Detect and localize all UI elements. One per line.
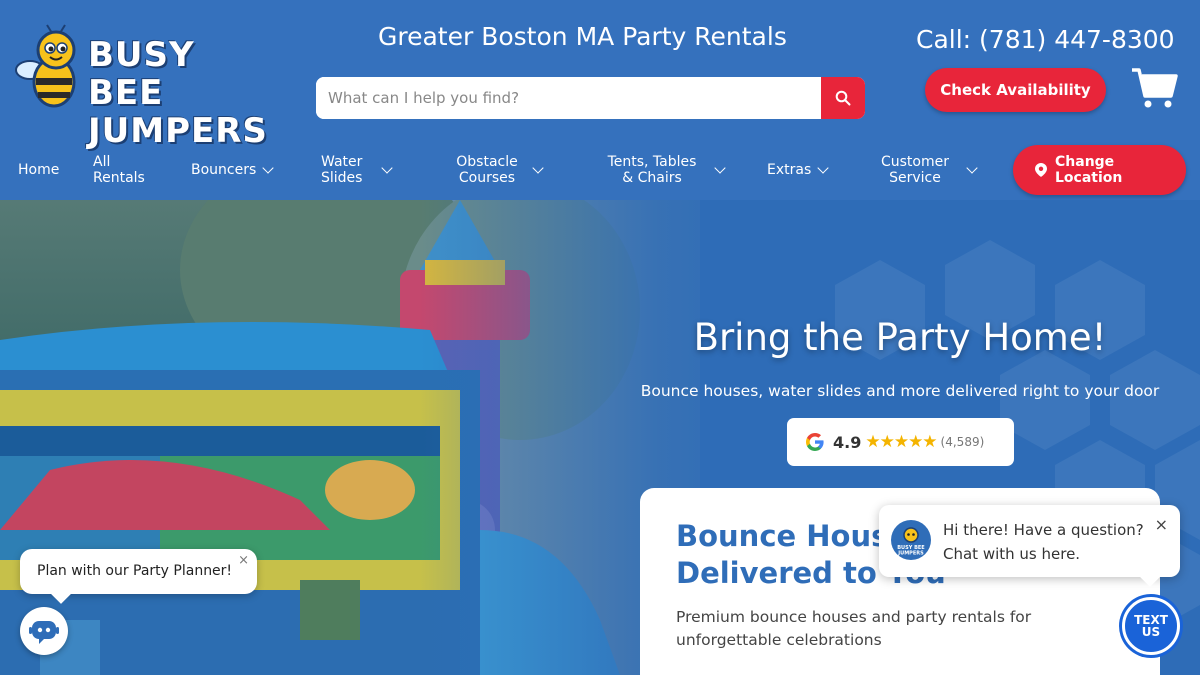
chevron-down-icon xyxy=(381,162,393,174)
nav-item-label: Home xyxy=(18,162,60,178)
avatar-text-2: JUMPERS xyxy=(897,551,924,557)
nav-item-extras[interactable]: Extras xyxy=(767,145,829,195)
hero-title: Bring the Party Home! xyxy=(693,316,1107,359)
cart-icon xyxy=(1132,68,1178,108)
location-pin-icon xyxy=(1035,163,1047,177)
nav-item-bouncers[interactable]: Bouncers xyxy=(191,145,274,195)
bee-mascot-icon xyxy=(15,24,76,108)
change-location-button[interactable]: Change Location xyxy=(1013,145,1186,195)
chat-line-2: Chat with us here. xyxy=(943,545,1081,563)
chat-avatar: BUSY BEE JUMPERS xyxy=(891,520,931,560)
nav-item-label: Bouncers xyxy=(191,162,257,178)
nav-item-label: Extras xyxy=(767,162,812,178)
hero-subtitle: Bounce houses, water slides and more del… xyxy=(640,382,1160,400)
logo[interactable]: BUSY BEE JUMPERS xyxy=(14,24,270,150)
chat-greeting-text: Hi there! Have a question? Chat with us … xyxy=(943,518,1144,566)
search-bar xyxy=(316,77,865,119)
nav-item-home[interactable]: Home xyxy=(18,145,59,195)
chat-greeting-bubble[interactable]: BUSY BEE JUMPERS Hi there! Have a questi… xyxy=(879,505,1180,587)
star-rating-icons: ★★★★★ xyxy=(865,432,937,452)
chevron-down-icon xyxy=(966,162,978,174)
review-count: (4,589) xyxy=(940,435,985,449)
text-us-button[interactable]: TEXT US xyxy=(1122,597,1180,655)
phone-link[interactable]: Call: (781) 447-8300 xyxy=(916,25,1175,54)
nav-item-tents-tables-chairs[interactable]: Tents, Tables & Chairs xyxy=(600,145,726,195)
nav-item-water-slides[interactable]: Water Slides xyxy=(321,145,393,195)
nav-item-all-rentals[interactable]: All Rentals xyxy=(93,145,153,195)
nav-item-label: Water Slides xyxy=(321,154,363,186)
party-planner-bot-button[interactable] xyxy=(20,607,68,655)
nav-item-label: Customer Service xyxy=(880,154,949,186)
bee-avatar-icon: BUSY BEE JUMPERS xyxy=(897,527,925,557)
nav-item-label: All Rentals xyxy=(93,154,145,186)
nav-item-customer-service[interactable]: Customer Service xyxy=(880,145,978,195)
search-input[interactable] xyxy=(316,77,821,119)
cart-button[interactable] xyxy=(1130,66,1178,110)
party-planner-text: Plan with our Party Planner! xyxy=(37,563,233,579)
tagline: Greater Boston MA Party Rentals xyxy=(378,22,787,51)
close-icon[interactable]: × xyxy=(238,553,249,568)
chat-line-1: Hi there! Have a question? xyxy=(943,521,1144,539)
chatbot-icon xyxy=(29,621,59,644)
chevron-down-icon xyxy=(532,162,544,174)
party-planner-bubble[interactable]: Plan with our Party Planner! × xyxy=(20,549,257,604)
nav-item-obstacle-courses[interactable]: Obstacle Courses xyxy=(452,145,544,195)
logo-line-1: BUSY BEE xyxy=(88,35,195,113)
text-us-line-2: US xyxy=(1141,625,1161,639)
chevron-down-icon xyxy=(714,162,726,174)
rating-score: 4.9 xyxy=(833,432,862,452)
chevron-down-icon xyxy=(262,162,274,174)
search-icon xyxy=(835,90,851,106)
card-text: Premium bounce houses and party rentals … xyxy=(676,608,1032,649)
logo-text: BUSY BEE JUMPERS xyxy=(88,36,270,150)
check-availability-button[interactable]: Check Availability xyxy=(925,68,1106,112)
nav-item-label: Tents, Tables & Chairs xyxy=(607,154,697,186)
close-icon[interactable]: × xyxy=(1155,515,1168,534)
google-icon xyxy=(806,433,824,451)
search-button[interactable] xyxy=(821,77,865,119)
change-location-label: Change Location xyxy=(1055,154,1123,186)
chevron-down-icon xyxy=(817,162,829,174)
nav-item-label: Obstacle Courses xyxy=(456,154,518,186)
google-rating-badge[interactable]: 4.9 ★★★★★ (4,589) xyxy=(787,418,1014,466)
hero-section: Bring the Party Home! Bounce houses, wat… xyxy=(0,200,1200,675)
